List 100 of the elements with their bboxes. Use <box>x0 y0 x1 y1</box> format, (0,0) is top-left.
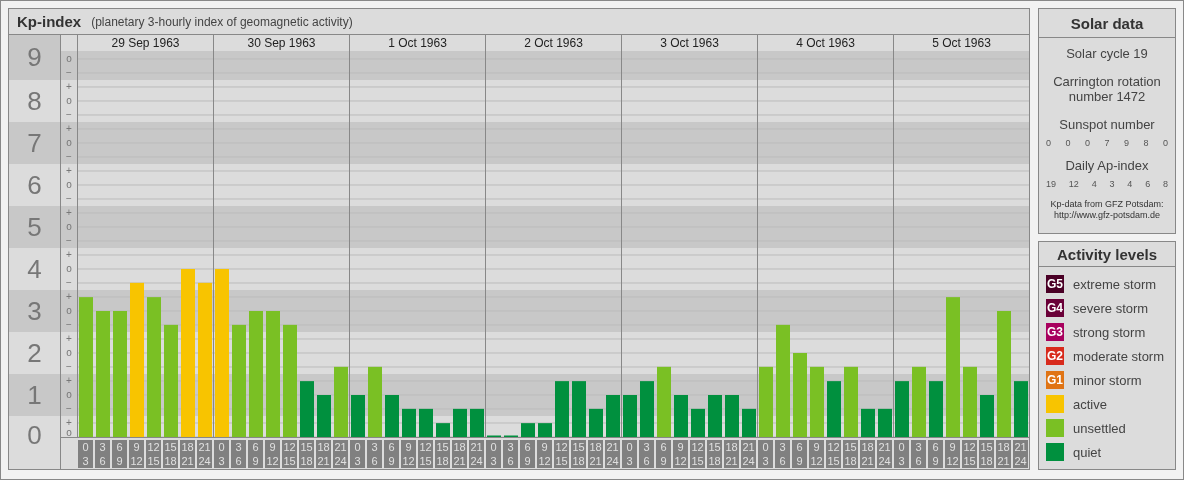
kp-bar <box>470 408 484 437</box>
tick-label: − <box>66 403 72 415</box>
sunspot-value: 7 <box>1104 138 1110 148</box>
kp-bar <box>623 395 637 437</box>
kp-bar <box>810 366 824 437</box>
time-slot-label: 21 24 <box>877 440 892 468</box>
level-label: minor storm <box>1073 372 1142 388</box>
sunspot-value: 9 <box>1123 138 1129 148</box>
time-slot-label: 6 9 <box>792 440 807 468</box>
tick-label: + <box>66 375 72 387</box>
time-slot-label: 6 9 <box>112 440 127 468</box>
time-slot-label: 0 3 <box>350 440 365 468</box>
time-slot-label: 21 24 <box>469 440 484 468</box>
ap-index-value: 6 <box>1145 179 1151 189</box>
tick-label: + <box>66 249 72 261</box>
time-slot-label: 18 21 <box>860 440 875 468</box>
time-slot-label: 9 12 <box>673 440 688 468</box>
panel-title: Kp-index <box>17 13 82 30</box>
tick-label: + <box>66 291 72 303</box>
tick-label: o <box>66 389 72 401</box>
tick-label: + <box>66 417 72 429</box>
carrington-rotation-text: Carrington rotation number 1472 <box>1052 74 1162 104</box>
level-swatch: G5 <box>1046 275 1064 293</box>
tick-label: − <box>66 319 72 331</box>
ap-index-value: 4 <box>1127 179 1133 189</box>
kp-bar <box>368 366 382 437</box>
level-label: extreme storm <box>1073 276 1157 292</box>
level-label: moderate storm <box>1073 348 1165 364</box>
kp-bar <box>861 408 875 437</box>
level-label: quiet <box>1073 444 1102 460</box>
sunspot-value: 0 <box>1046 138 1051 148</box>
ap-index-value: 3 <box>1109 179 1115 189</box>
time-slot-label: 3 6 <box>775 440 790 468</box>
kp-bar <box>708 395 722 437</box>
kp-level-label: 1 <box>9 374 60 416</box>
tick-label: − <box>66 235 72 247</box>
tick-label: o <box>66 263 72 275</box>
time-slot-label: 18 21 <box>588 440 603 468</box>
kp-level-label: 3 <box>9 290 60 332</box>
kp-bar <box>453 408 467 437</box>
time-slot-label: 3 6 <box>231 440 246 468</box>
kp-level-label: 9 <box>9 35 60 80</box>
kp-bar <box>521 423 535 437</box>
ap-index-value: 4 <box>1091 179 1097 189</box>
kp-bar <box>929 381 943 437</box>
kp-bar <box>725 395 739 437</box>
time-slot-label: 6 9 <box>520 440 535 468</box>
solar-cycle-text: Solar cycle 19 <box>1065 46 1149 61</box>
kp-bar <box>1014 381 1028 437</box>
tick-label: o <box>66 179 72 191</box>
kp-bar <box>759 366 773 437</box>
tick-label: o <box>66 137 72 149</box>
level-swatch: G3 <box>1046 323 1064 341</box>
tick-label: + <box>66 81 72 93</box>
time-slot-label: 18 21 <box>724 440 739 468</box>
ap-index-value: 12 <box>1068 179 1079 189</box>
time-slot-label: 18 21 <box>316 440 331 468</box>
time-slot-label: 6 9 <box>248 440 263 468</box>
level-swatch: G2 <box>1046 347 1064 365</box>
tick-label: o <box>66 427 72 438</box>
time-slot-label: 3 6 <box>95 440 110 468</box>
kp-bar <box>912 366 926 437</box>
level-label: severe storm <box>1073 300 1149 316</box>
ap-index-title: Daily Ap-index <box>1064 158 1150 173</box>
kp-bar <box>572 381 586 437</box>
kp-bar <box>317 395 331 437</box>
time-slot-label: 15 18 <box>163 440 178 468</box>
time-slot-label: 15 18 <box>979 440 994 468</box>
time-slot-label: 9 12 <box>537 440 552 468</box>
kp-bar <box>538 423 552 437</box>
time-slot-label: 12 15 <box>282 440 297 468</box>
time-slot-label: 12 15 <box>418 440 433 468</box>
tick-label: o <box>66 221 72 233</box>
time-slot-label: 15 18 <box>299 440 314 468</box>
time-slot-label: 9 12 <box>945 440 960 468</box>
time-slot-label: 18 21 <box>452 440 467 468</box>
kp-bar <box>844 366 858 437</box>
time-slot-label: 3 6 <box>639 440 654 468</box>
tick-label: + <box>66 123 72 135</box>
time-slot-label: 21 24 <box>605 440 620 468</box>
panel-title: Solar data <box>1039 9 1175 38</box>
tick-label: + <box>66 207 72 219</box>
time-slot-label: 0 3 <box>214 440 229 468</box>
kp-level-label: 5 <box>9 206 60 248</box>
kp-bar <box>640 381 654 437</box>
time-slot-label: 3 6 <box>367 440 382 468</box>
time-slot-label: 21 24 <box>741 440 756 468</box>
kp-bar <box>334 366 348 437</box>
tick-label: o <box>66 53 72 65</box>
time-slot-label: 12 15 <box>962 440 977 468</box>
kp-bar <box>436 423 450 437</box>
tick-label: + <box>66 165 72 177</box>
time-slot-label: 3 6 <box>503 440 518 468</box>
kp-bar <box>657 366 671 437</box>
kp-bar <box>385 395 399 437</box>
kp-bar <box>895 381 909 437</box>
level-label: active <box>1073 396 1107 412</box>
kp-bar <box>827 381 841 437</box>
time-slot-label: 9 12 <box>265 440 280 468</box>
kp-bar <box>300 381 314 437</box>
